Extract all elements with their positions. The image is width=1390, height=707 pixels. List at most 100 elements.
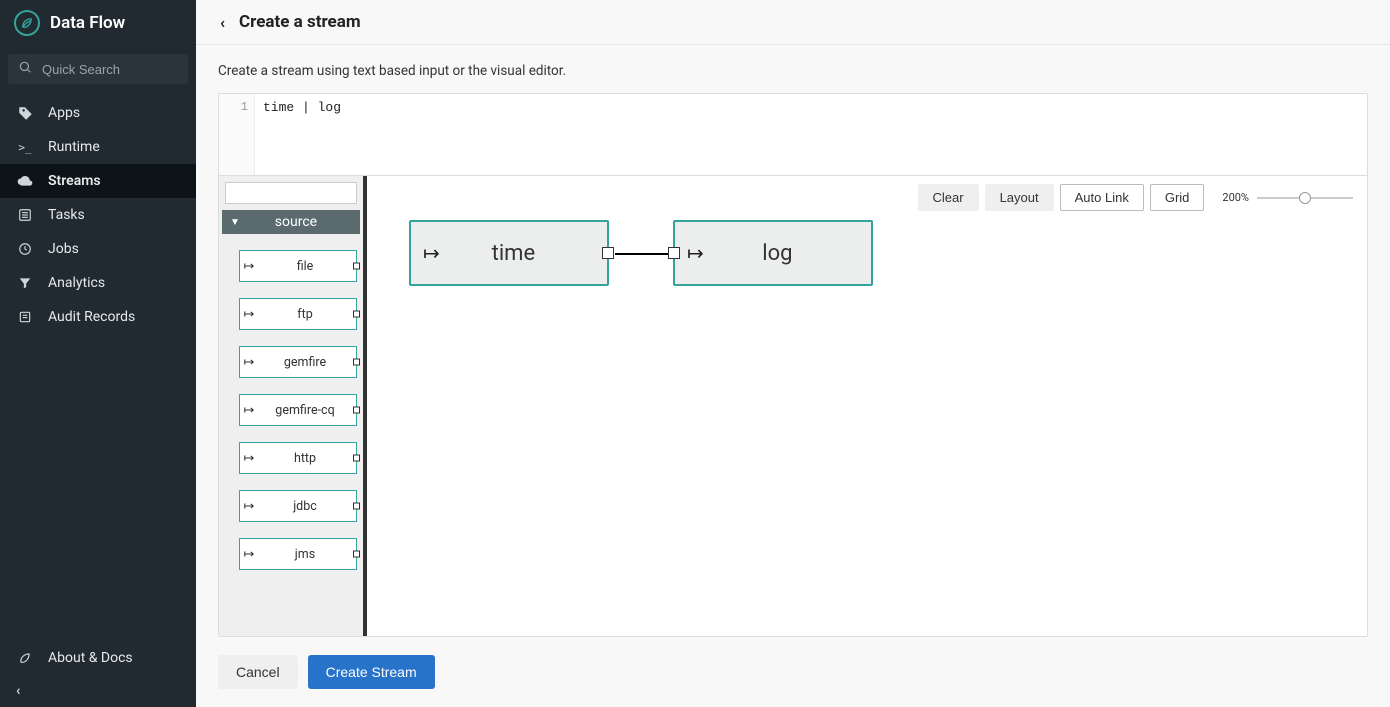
back-button[interactable]: ‹ <box>220 13 225 32</box>
source-arrow-icon: ↦ <box>240 451 258 466</box>
quick-search[interactable] <box>8 54 188 84</box>
page-title: Create a stream <box>239 12 361 32</box>
sidebar-collapse-toggle[interactable]: ‹ <box>0 675 196 707</box>
terminal-icon: >_ <box>16 141 34 154</box>
gutter: 1 <box>219 94 255 175</box>
leaf-logo-icon <box>14 10 40 36</box>
palette-item-label: http <box>258 451 356 466</box>
palette-item-label: gemfire-cq <box>258 403 356 418</box>
chevron-left-icon: ‹ <box>16 683 20 699</box>
leaf-icon <box>16 651 34 665</box>
sidebar-nav: Apps >_ Runtime Streams Tasks Jobs <box>0 96 196 334</box>
sidebar-item-label: Runtime <box>48 139 100 155</box>
source-arrow-icon: ↦ <box>240 403 258 418</box>
quick-search-input[interactable] <box>40 61 178 78</box>
line-number: 1 <box>219 100 248 114</box>
brand: Data Flow <box>0 0 196 46</box>
source-arrow-icon: ↦ <box>423 241 440 265</box>
output-port[interactable] <box>353 263 360 270</box>
output-port[interactable] <box>353 455 360 462</box>
sidebar-item-runtime[interactable]: >_ Runtime <box>0 130 196 164</box>
canvas-toolbar: Clear Layout Auto Link Grid 200% <box>918 184 1354 211</box>
palette-item-label: gemfire <box>258 355 356 370</box>
clear-button[interactable]: Clear <box>918 184 979 211</box>
output-port[interactable] <box>353 407 360 414</box>
output-port[interactable] <box>353 359 360 366</box>
palette-item-jdbc[interactable]: ↦ jdbc <box>239 490 357 522</box>
text-editor[interactable]: 1 time | log <box>219 94 1367 176</box>
sidebar-item-tasks[interactable]: Tasks <box>0 198 196 232</box>
layout-button[interactable]: Layout <box>985 184 1054 211</box>
zoom-label: 200% <box>1222 191 1249 204</box>
node-time[interactable]: ↦ time <box>409 220 609 286</box>
palette-item-label: jms <box>258 547 356 562</box>
search-icon <box>18 60 32 78</box>
sidebar-item-label: Apps <box>48 105 80 121</box>
palette-item-gemfire[interactable]: ↦ gemfire <box>239 346 357 378</box>
zoom-control: 200% <box>1222 191 1353 204</box>
source-arrow-icon: ↦ <box>240 499 258 514</box>
autolink-button[interactable]: Auto Link <box>1060 184 1144 211</box>
sidebar-item-analytics[interactable]: Analytics <box>0 266 196 300</box>
footer-actions: Cancel Create Stream <box>196 655 1390 707</box>
node-label: log <box>716 241 859 266</box>
palette-item-http[interactable]: ↦ http <box>239 442 357 474</box>
palette-list[interactable]: ↦ file ↦ ftp ↦ gemfire <box>219 234 363 636</box>
cancel-button[interactable]: Cancel <box>218 655 298 689</box>
records-icon <box>16 310 34 324</box>
triangle-down-icon: ▼ <box>230 217 240 228</box>
sidebar-item-streams[interactable]: Streams <box>0 164 196 198</box>
list-icon <box>16 208 34 222</box>
input-port[interactable] <box>668 247 680 259</box>
sidebar-item-label: Streams <box>48 173 101 189</box>
output-port[interactable] <box>602 247 614 259</box>
tag-icon <box>16 106 34 121</box>
grid-button[interactable]: Grid <box>1150 184 1205 211</box>
output-port[interactable] <box>353 311 360 318</box>
source-arrow-icon: ↦ <box>240 355 258 370</box>
palette: ▼ source ↦ file ↦ ftp <box>219 176 367 636</box>
canvas[interactable]: Clear Layout Auto Link Grid 200% <box>367 176 1367 636</box>
source-arrow-icon: ↦ <box>240 307 258 322</box>
palette-item-label: file <box>258 259 356 274</box>
code-area[interactable]: time | log <box>255 94 1367 175</box>
node-label: time <box>452 241 595 266</box>
page-body: Create a stream using text based input o… <box>196 45 1390 655</box>
node-log[interactable]: ↦ log <box>673 220 873 286</box>
chevron-left-icon: ‹ <box>220 13 225 32</box>
sidebar: Data Flow Apps >_ Runtime Streams <box>0 0 196 707</box>
source-arrow-icon: ↦ <box>240 259 258 274</box>
source-arrow-icon: ↦ <box>687 241 704 265</box>
palette-item-file[interactable]: ↦ file <box>239 250 357 282</box>
sidebar-item-label: Analytics <box>48 275 105 291</box>
brand-name: Data Flow <box>50 13 125 33</box>
palette-search[interactable] <box>225 182 357 204</box>
sidebar-bottom: About & Docs ‹ <box>0 641 196 707</box>
zoom-slider[interactable] <box>1257 197 1353 199</box>
filter-icon <box>16 276 34 290</box>
page-description: Create a stream using text based input o… <box>218 63 1368 79</box>
node-link[interactable] <box>615 253 669 255</box>
sidebar-item-about-docs[interactable]: About & Docs <box>0 641 196 675</box>
create-stream-button[interactable]: Create Stream <box>308 655 435 689</box>
sidebar-item-label: About & Docs <box>48 650 133 666</box>
palette-item-gemfire-cq[interactable]: ↦ gemfire-cq <box>239 394 357 426</box>
palette-item-label: jdbc <box>258 499 356 514</box>
visual-editor: ▼ source ↦ file ↦ ftp <box>219 176 1367 636</box>
sidebar-item-audit-records[interactable]: Audit Records <box>0 300 196 334</box>
sidebar-item-label: Audit Records <box>48 309 135 325</box>
palette-category-header[interactable]: ▼ source <box>222 210 360 234</box>
page-header: ‹ Create a stream <box>196 0 1390 45</box>
sidebar-item-jobs[interactable]: Jobs <box>0 232 196 266</box>
palette-search-input[interactable] <box>225 182 357 204</box>
sidebar-item-label: Tasks <box>48 207 85 223</box>
clock-icon <box>16 242 34 256</box>
output-port[interactable] <box>353 503 360 510</box>
palette-item-jms[interactable]: ↦ jms <box>239 538 357 570</box>
output-port[interactable] <box>353 551 360 558</box>
palette-category-label: source <box>250 214 352 230</box>
sidebar-item-apps[interactable]: Apps <box>0 96 196 130</box>
zoom-slider-handle[interactable] <box>1299 192 1311 204</box>
palette-item-ftp[interactable]: ↦ ftp <box>239 298 357 330</box>
source-arrow-icon: ↦ <box>240 547 258 562</box>
